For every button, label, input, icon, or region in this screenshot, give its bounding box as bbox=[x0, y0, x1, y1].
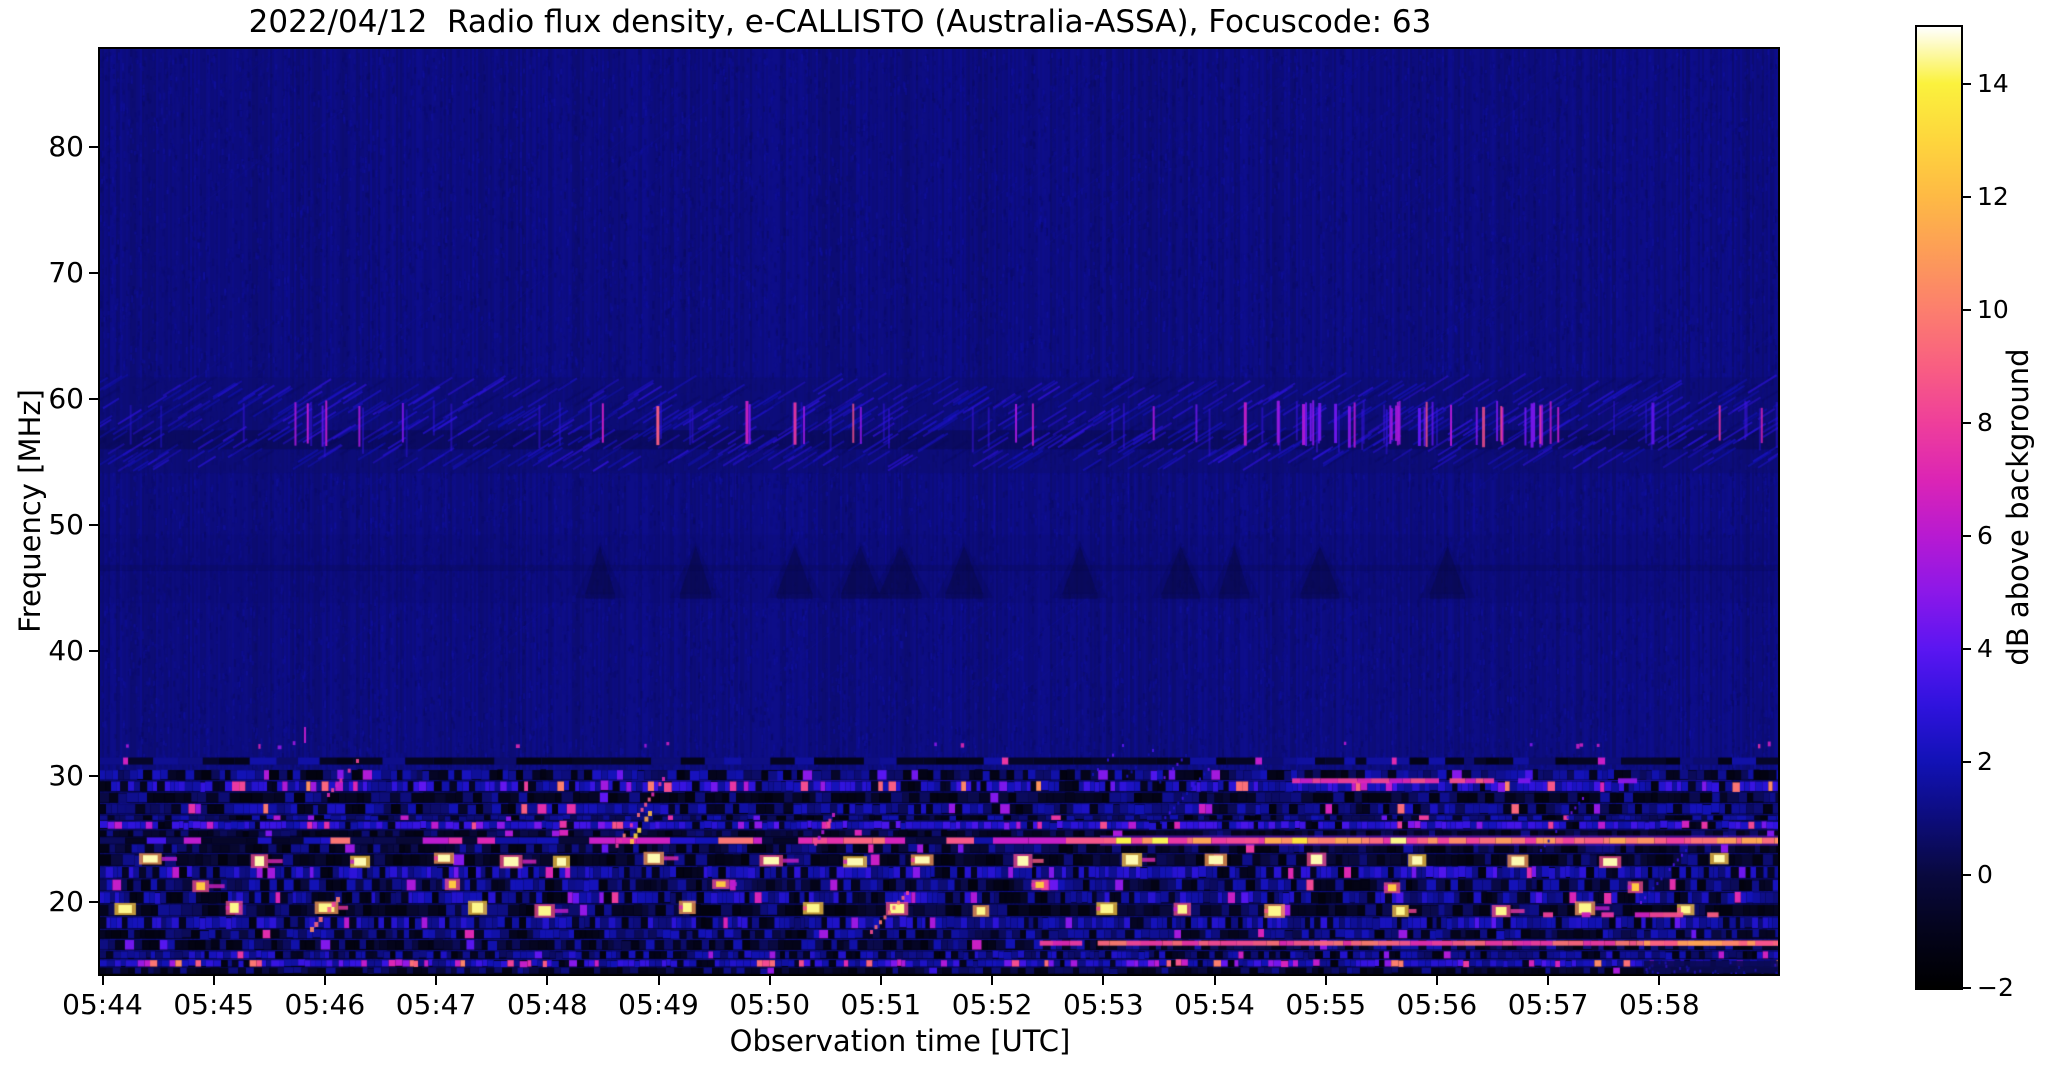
y-tick-mark bbox=[89, 775, 98, 778]
y-tick-mark bbox=[89, 901, 98, 904]
y-axis-label: Frequency [MHz] bbox=[13, 389, 47, 633]
x-tick-label: 05:47 bbox=[395, 988, 477, 1021]
colorbar-tick-label: 6 bbox=[1977, 520, 1993, 550]
x-tick-label: 05:55 bbox=[1285, 988, 1367, 1021]
x-tick-mark bbox=[879, 976, 882, 985]
x-tick-mark bbox=[768, 976, 771, 985]
colorbar-tick-label: 14 bbox=[1977, 68, 2009, 98]
colorbar-gradient bbox=[1917, 27, 1961, 988]
x-tick-label: 05:45 bbox=[173, 988, 255, 1021]
x-tick-mark bbox=[1658, 976, 1661, 985]
y-tick-label: 20 bbox=[48, 885, 84, 919]
y-tick-label: 70 bbox=[48, 256, 84, 289]
colorbar bbox=[1915, 25, 1963, 990]
colorbar-tick-label: 8 bbox=[1977, 407, 1993, 437]
x-tick-label: 05:58 bbox=[1618, 988, 1700, 1021]
y-tick-mark bbox=[89, 523, 98, 526]
colorbar-tick-mark bbox=[1963, 195, 1971, 198]
x-tick-label: 05:57 bbox=[1507, 988, 1589, 1021]
plot-area-frame bbox=[98, 47, 1780, 976]
colorbar-tick-mark bbox=[1963, 421, 1971, 424]
colorbar-tick-label: 2 bbox=[1977, 746, 1993, 776]
x-tick-mark bbox=[546, 976, 549, 985]
x-tick-mark bbox=[1213, 976, 1216, 985]
x-tick-mark bbox=[1102, 976, 1105, 985]
y-tick-mark bbox=[89, 146, 98, 149]
y-tick-label: 30 bbox=[48, 759, 84, 793]
x-tick-label: 05:49 bbox=[618, 988, 699, 1021]
colorbar-tick-mark bbox=[1963, 82, 1971, 85]
x-tick-label: 05:56 bbox=[1396, 988, 1478, 1021]
x-tick-label: 05:53 bbox=[1062, 988, 1144, 1021]
x-tick-mark bbox=[1324, 976, 1327, 985]
x-tick-mark bbox=[101, 976, 104, 985]
y-tick-label: 40 bbox=[48, 633, 84, 667]
x-tick-mark bbox=[1547, 976, 1550, 985]
colorbar-tick-mark bbox=[1963, 534, 1971, 537]
colorbar-tick-mark bbox=[1963, 760, 1971, 763]
x-tick-mark bbox=[657, 976, 660, 985]
colorbar-tick-mark bbox=[1963, 647, 1971, 650]
x-tick-label: 05:52 bbox=[951, 988, 1033, 1021]
chart-title: 2022/04/12 Radio flux density, e-CALLIST… bbox=[248, 4, 1432, 40]
x-tick-mark bbox=[323, 976, 326, 985]
x-tick-label: 05:51 bbox=[840, 988, 922, 1021]
colorbar-tick-label: 10 bbox=[1977, 294, 2009, 324]
colorbar-tick-label: 12 bbox=[1977, 181, 2009, 211]
x-tick-mark bbox=[435, 976, 438, 985]
y-tick-mark bbox=[89, 272, 98, 274]
colorbar-tick-label: 0 bbox=[1977, 859, 1993, 889]
y-tick-label: 80 bbox=[48, 130, 84, 164]
colorbar-tick-label: −2 bbox=[1977, 973, 2014, 1002]
x-tick-label: 05:48 bbox=[506, 988, 588, 1021]
x-tick-mark bbox=[991, 976, 994, 985]
y-tick-mark bbox=[89, 397, 98, 400]
radio-spectrogram-figure: 2022/04/12 Radio flux density, e-CALLIST… bbox=[0, 0, 2047, 1067]
x-tick-label: 05:54 bbox=[1174, 988, 1255, 1021]
colorbar-tick-mark bbox=[1963, 308, 1971, 311]
x-tick-label: 05:44 bbox=[62, 988, 143, 1021]
y-tick-mark bbox=[89, 649, 98, 652]
x-axis-label: Observation time [UTC] bbox=[729, 1024, 1071, 1058]
x-tick-mark bbox=[1435, 976, 1438, 985]
colorbar-label: dB above background bbox=[2001, 348, 2035, 666]
colorbar-tick-mark bbox=[1963, 873, 1971, 876]
x-tick-mark bbox=[212, 976, 215, 985]
spectrogram-canvas bbox=[100, 49, 1778, 974]
colorbar-tick-label: 4 bbox=[1977, 633, 1993, 663]
x-tick-label: 05:46 bbox=[284, 988, 366, 1021]
x-tick-label: 05:50 bbox=[729, 988, 811, 1021]
colorbar-tick-mark bbox=[1963, 987, 1971, 989]
